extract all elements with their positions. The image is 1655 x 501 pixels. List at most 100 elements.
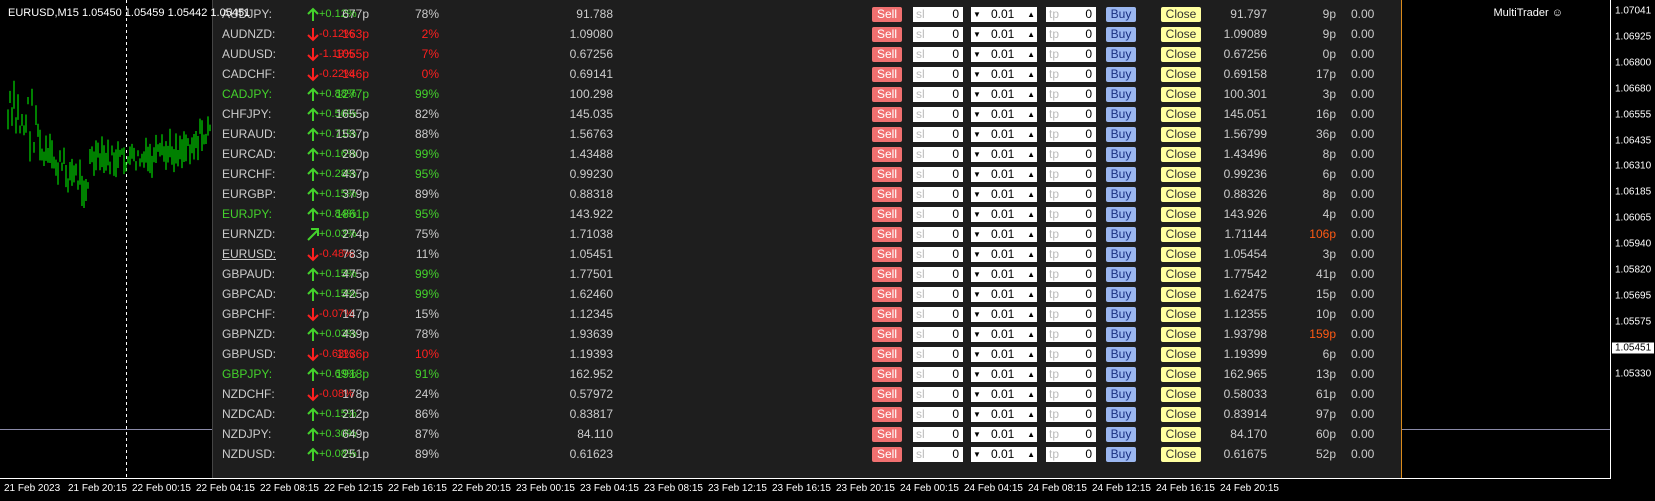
chevron-up-icon[interactable]: ▲ xyxy=(1027,287,1035,302)
chevron-up-icon[interactable]: ▲ xyxy=(1027,27,1035,42)
buy-button[interactable]: Buy xyxy=(1106,107,1136,122)
chevron-up-icon[interactable]: ▲ xyxy=(1027,127,1035,142)
lot-size-stepper[interactable]: ▼ 0.01 ▲ xyxy=(971,147,1037,162)
stop-loss-input[interactable]: sl 0 xyxy=(913,267,963,282)
take-profit-input[interactable]: tp 0 xyxy=(1046,307,1096,322)
take-profit-input[interactable]: tp 0 xyxy=(1046,187,1096,202)
chevron-down-icon[interactable]: ▼ xyxy=(973,247,981,262)
stop-loss-input[interactable]: sl 0 xyxy=(913,327,963,342)
close-button[interactable]: Close xyxy=(1161,227,1201,242)
symbol-label[interactable]: EURCHF: xyxy=(222,167,275,181)
close-button[interactable]: Close xyxy=(1161,167,1201,182)
time-axis[interactable]: 21 Feb 2023 21 Feb 20:15 22 Feb 00:15 22 Fe… xyxy=(0,480,1610,501)
lot-size-stepper[interactable]: ▼ 0.01 ▲ xyxy=(971,327,1037,342)
lot-size-stepper[interactable]: ▼ 0.01 ▲ xyxy=(971,167,1037,182)
chevron-down-icon[interactable]: ▼ xyxy=(973,387,981,402)
chevron-down-icon[interactable]: ▼ xyxy=(973,107,981,122)
sell-button[interactable]: Sell xyxy=(872,247,902,262)
chevron-down-icon[interactable]: ▼ xyxy=(973,127,981,142)
stop-loss-input[interactable]: sl 0 xyxy=(913,167,963,182)
buy-button[interactable]: Buy xyxy=(1106,307,1136,322)
lot-size-stepper[interactable]: ▼ 0.01 ▲ xyxy=(971,247,1037,262)
lot-size-stepper[interactable]: ▼ 0.01 ▲ xyxy=(971,267,1037,282)
stop-loss-input[interactable]: sl 0 xyxy=(913,247,963,262)
buy-button[interactable]: Buy xyxy=(1106,187,1136,202)
close-button[interactable]: Close xyxy=(1161,347,1201,362)
stop-loss-input[interactable]: sl 0 xyxy=(913,187,963,202)
buy-button[interactable]: Buy xyxy=(1106,447,1136,462)
price-axis[interactable]: 1.07041 1.06925 1.06800 1.06680 1.06555 1.064… xyxy=(1610,0,1655,478)
take-profit-input[interactable]: tp 0 xyxy=(1046,387,1096,402)
sell-button[interactable]: Sell xyxy=(872,347,902,362)
chevron-up-icon[interactable]: ▲ xyxy=(1027,7,1035,22)
close-button[interactable]: Close xyxy=(1161,247,1201,262)
buy-button[interactable]: Buy xyxy=(1106,127,1136,142)
chevron-up-icon[interactable]: ▲ xyxy=(1027,107,1035,122)
chevron-down-icon[interactable]: ▼ xyxy=(973,267,981,282)
chevron-down-icon[interactable]: ▼ xyxy=(973,7,981,22)
close-button[interactable]: Close xyxy=(1161,367,1201,382)
sell-button[interactable]: Sell xyxy=(872,267,902,282)
sell-button[interactable]: Sell xyxy=(872,427,902,442)
close-button[interactable]: Close xyxy=(1161,427,1201,442)
take-profit-input[interactable]: tp 0 xyxy=(1046,127,1096,142)
stop-loss-input[interactable]: sl 0 xyxy=(913,347,963,362)
symbol-label[interactable]: CADCHF: xyxy=(222,67,275,81)
chevron-down-icon[interactable]: ▼ xyxy=(973,307,981,322)
lot-size-stepper[interactable]: ▼ 0.01 ▲ xyxy=(971,107,1037,122)
stop-loss-input[interactable]: sl 0 xyxy=(913,87,963,102)
stop-loss-input[interactable]: sl 0 xyxy=(913,207,963,222)
symbol-label[interactable]: GBPCHF: xyxy=(222,307,275,321)
symbol-label[interactable]: NZDCHF: xyxy=(222,387,275,401)
sell-button[interactable]: Sell xyxy=(872,447,902,462)
close-button[interactable]: Close xyxy=(1161,127,1201,142)
take-profit-input[interactable]: tp 0 xyxy=(1046,207,1096,222)
symbol-label[interactable]: GBPCAD: xyxy=(222,287,276,301)
sell-button[interactable]: Sell xyxy=(872,167,902,182)
lot-size-stepper[interactable]: ▼ 0.01 ▲ xyxy=(971,187,1037,202)
stop-loss-input[interactable]: sl 0 xyxy=(913,287,963,302)
sell-button[interactable]: Sell xyxy=(872,47,902,62)
chevron-up-icon[interactable]: ▲ xyxy=(1027,67,1035,82)
stop-loss-input[interactable]: sl 0 xyxy=(913,67,963,82)
take-profit-input[interactable]: tp 0 xyxy=(1046,327,1096,342)
take-profit-input[interactable]: tp 0 xyxy=(1046,47,1096,62)
take-profit-input[interactable]: tp 0 xyxy=(1046,67,1096,82)
chevron-down-icon[interactable]: ▼ xyxy=(973,167,981,182)
lot-size-stepper[interactable]: ▼ 0.01 ▲ xyxy=(971,27,1037,42)
chevron-up-icon[interactable]: ▲ xyxy=(1027,347,1035,362)
chevron-down-icon[interactable]: ▼ xyxy=(973,207,981,222)
close-button[interactable]: Close xyxy=(1161,387,1201,402)
take-profit-input[interactable]: tp 0 xyxy=(1046,427,1096,442)
take-profit-input[interactable]: tp 0 xyxy=(1046,107,1096,122)
chevron-up-icon[interactable]: ▲ xyxy=(1027,147,1035,162)
buy-button[interactable]: Buy xyxy=(1106,367,1136,382)
chevron-down-icon[interactable]: ▼ xyxy=(973,147,981,162)
chevron-down-icon[interactable]: ▼ xyxy=(973,367,981,382)
stop-loss-input[interactable]: sl 0 xyxy=(913,127,963,142)
stop-loss-input[interactable]: sl 0 xyxy=(913,367,963,382)
buy-button[interactable]: Buy xyxy=(1106,347,1136,362)
buy-button[interactable]: Buy xyxy=(1106,207,1136,222)
chevron-up-icon[interactable]: ▲ xyxy=(1027,187,1035,202)
symbol-label[interactable]: EURCAD: xyxy=(222,147,276,161)
buy-button[interactable]: Buy xyxy=(1106,87,1136,102)
take-profit-input[interactable]: tp 0 xyxy=(1046,347,1096,362)
chevron-up-icon[interactable]: ▲ xyxy=(1027,407,1035,422)
take-profit-input[interactable]: tp 0 xyxy=(1046,27,1096,42)
lot-size-stepper[interactable]: ▼ 0.01 ▲ xyxy=(971,47,1037,62)
sell-button[interactable]: Sell xyxy=(872,307,902,322)
symbol-label[interactable]: GBPNZD: xyxy=(222,327,275,341)
take-profit-input[interactable]: tp 0 xyxy=(1046,367,1096,382)
stop-loss-input[interactable]: sl 0 xyxy=(913,387,963,402)
buy-button[interactable]: Buy xyxy=(1106,407,1136,422)
close-button[interactable]: Close xyxy=(1161,27,1201,42)
close-button[interactable]: Close xyxy=(1161,207,1201,222)
lot-size-stepper[interactable]: ▼ 0.01 ▲ xyxy=(971,307,1037,322)
buy-button[interactable]: Buy xyxy=(1106,227,1136,242)
lot-size-stepper[interactable]: ▼ 0.01 ▲ xyxy=(971,347,1037,362)
stop-loss-input[interactable]: sl 0 xyxy=(913,7,963,22)
lot-size-stepper[interactable]: ▼ 0.01 ▲ xyxy=(971,427,1037,442)
lot-size-stepper[interactable]: ▼ 0.01 ▲ xyxy=(971,127,1037,142)
chevron-down-icon[interactable]: ▼ xyxy=(973,287,981,302)
